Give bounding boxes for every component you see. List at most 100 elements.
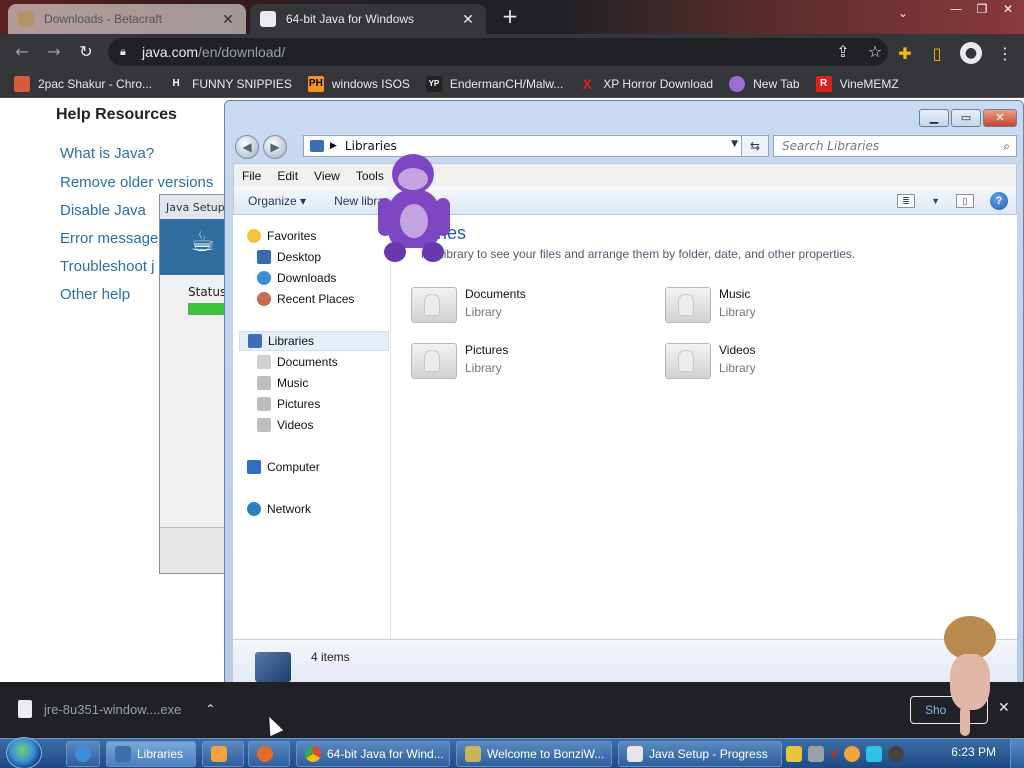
- tray-app-icon[interactable]: [808, 746, 824, 762]
- bonzi-face: [398, 168, 428, 190]
- bookmark-2pac[interactable]: 2pac Shakur - Chro...: [14, 75, 152, 92]
- chevron-up-icon[interactable]: ⌃: [205, 702, 215, 716]
- forward-arrow-icon[interactable]: →: [42, 40, 66, 64]
- taskbar-bonzi[interactable]: Welcome to BonziW...: [456, 741, 612, 767]
- chrome-menu-icon[interactable]: ⋮: [996, 44, 1014, 63]
- nav-desktop[interactable]: Desktop: [257, 250, 321, 264]
- minimize-button[interactable]: —: [944, 0, 968, 18]
- bookmark-xp-horror[interactable]: X XP Horror Download: [579, 76, 714, 92]
- side-panel-icon[interactable]: ▯: [928, 44, 946, 63]
- link-remove-older-versions[interactable]: Remove older versions: [60, 174, 213, 191]
- nav-network[interactable]: Network: [247, 502, 311, 516]
- preview-pane-icon[interactable]: ▯: [956, 194, 974, 208]
- explorer-forward-icon[interactable]: ▶: [263, 135, 287, 159]
- library-documents[interactable]: Documents Library: [411, 287, 526, 323]
- view-dropdown-icon[interactable]: ▼: [931, 196, 940, 206]
- bookmark-favicon-icon: H: [172, 77, 180, 89]
- extensions-icon[interactable]: ✚: [896, 44, 914, 63]
- library-pictures[interactable]: Pictures Library: [411, 343, 508, 379]
- menu-edit[interactable]: Edit: [269, 169, 306, 183]
- explorer-menu-bar: File Edit View Tools: [233, 163, 1017, 187]
- link-what-is-java[interactable]: What is Java?: [60, 145, 154, 162]
- explorer-close-button[interactable]: ✕: [983, 109, 1017, 127]
- explorer-refresh-icon[interactable]: ⇆: [741, 135, 769, 157]
- help-icon[interactable]: ?: [990, 192, 1008, 210]
- nav-downloads[interactable]: Downloads: [257, 271, 336, 285]
- nav-videos[interactable]: Videos: [257, 418, 313, 432]
- tab-downloads-betacraft[interactable]: Downloads - Betacraft ✕: [8, 4, 246, 34]
- nav-label: Libraries: [268, 334, 315, 348]
- taskbar-app[interactable]: [248, 741, 290, 767]
- library-music[interactable]: Music Library: [665, 287, 756, 323]
- link-troubleshoot[interactable]: Troubleshoot j: [60, 258, 155, 275]
- tab-java-download[interactable]: 64-bit Java for Windows ✕: [250, 4, 486, 34]
- help-resources-heading: Help Resources: [56, 106, 177, 123]
- restore-button[interactable]: ❐: [970, 0, 994, 18]
- star-icon: [247, 229, 261, 243]
- tab-search-icon[interactable]: ⌄: [898, 6, 916, 20]
- bookmark-label: FUNNY SNIPPIES: [192, 76, 292, 91]
- explorer-window: ▁ ▭ ✕ ◀ ▶ ▶ Libraries ▼ ⇆ Search Librari…: [224, 100, 1024, 696]
- menu-file[interactable]: File: [234, 169, 269, 183]
- organize-button[interactable]: Organize ▾: [234, 194, 320, 208]
- explorer-maximize-button[interactable]: ▭: [951, 109, 981, 127]
- address-dropdown-icon[interactable]: ▼: [731, 139, 738, 149]
- show-desktop-button[interactable]: [1010, 739, 1024, 768]
- explorer-search-input[interactable]: Search Libraries ⌕: [773, 135, 1017, 157]
- bookmark-star-icon[interactable]: ☆: [866, 42, 884, 61]
- taskbar-chrome[interactable]: 64-bit Java for Wind...: [296, 741, 450, 767]
- link-error-message[interactable]: Error message: [60, 230, 158, 247]
- tab-close-icon[interactable]: ✕: [460, 11, 476, 28]
- hamster-leg: [960, 706, 970, 736]
- download-item[interactable]: jre-8u351-window....exe ⌃: [18, 700, 215, 718]
- bonzi-buddy-character[interactable]: [378, 154, 450, 266]
- tray-display-icon[interactable]: [866, 746, 883, 762]
- nav-music[interactable]: Music: [257, 376, 308, 390]
- browser-tab-strip: Downloads - Betacraft ✕ 64-bit Java for …: [0, 0, 1024, 34]
- back-arrow-icon[interactable]: ←: [10, 40, 34, 64]
- nav-documents[interactable]: Documents: [257, 355, 338, 369]
- explorer-back-icon[interactable]: ◀: [235, 135, 259, 159]
- explorer-address-bar[interactable]: ▶ Libraries ▼: [303, 135, 743, 157]
- nav-pictures[interactable]: Pictures: [257, 397, 320, 411]
- breadcrumb-libraries[interactable]: Libraries: [345, 139, 397, 153]
- taskbar-libraries[interactable]: Libraries: [106, 741, 196, 767]
- nav-favorites[interactable]: Favorites: [247, 229, 316, 243]
- nav-computer[interactable]: Computer: [247, 460, 320, 474]
- bookmark-vinememz[interactable]: R VineMEMZ: [815, 75, 899, 92]
- change-view-icon[interactable]: ≣: [897, 194, 916, 208]
- menu-view[interactable]: View: [306, 169, 348, 183]
- tab-title: Downloads - Betacraft: [44, 12, 163, 26]
- taskbar-clock[interactable]: 6:23 PM: [951, 745, 996, 759]
- nav-libraries[interactable]: Libraries: [239, 331, 389, 351]
- bookmark-windows-isos[interactable]: PH windows ISOS: [307, 75, 410, 92]
- tray-v-icon[interactable]: V: [830, 747, 838, 761]
- taskbar-java-setup[interactable]: Java Setup - Progress: [618, 741, 782, 767]
- tray-volume-icon[interactable]: [888, 746, 905, 762]
- library-videos[interactable]: Videos Library: [665, 343, 756, 379]
- tray-banana-icon[interactable]: [786, 746, 802, 762]
- tab-title: 64-bit Java for Windows: [286, 12, 415, 26]
- share-icon[interactable]: ⇪: [834, 42, 852, 61]
- address-bar[interactable]: 🔒︎ java.com/en/download/: [108, 38, 888, 66]
- start-orb-icon[interactable]: [6, 737, 42, 768]
- link-other-help[interactable]: Other help: [60, 286, 130, 303]
- taskbar-ie[interactable]: [66, 741, 100, 767]
- explorer-minimize-button[interactable]: ▁: [919, 109, 949, 127]
- new-tab-button[interactable]: +: [500, 6, 520, 26]
- reload-icon[interactable]: ↻: [74, 40, 98, 64]
- tab-close-icon[interactable]: ✕: [220, 11, 236, 28]
- profile-avatar-icon[interactable]: ●: [960, 42, 982, 64]
- close-browser-button[interactable]: ✕: [996, 0, 1020, 18]
- taskbar-media-player[interactable]: [202, 741, 244, 767]
- libraries-location-icon: [310, 140, 324, 152]
- libraries-icon: [115, 746, 131, 762]
- nav-recent-places[interactable]: Recent Places: [257, 292, 354, 306]
- bookmark-endermanch[interactable]: YP EndermanCH/Malw...: [425, 75, 563, 92]
- browser-toolbar: ← → ↻ 🔒︎ java.com/en/download/ ⇪ ☆ ✚ ▯ ●…: [0, 34, 1024, 70]
- bookmark-new-tab[interactable]: New Tab: [729, 75, 800, 92]
- bookmark-funny-snippies[interactable]: H FUNNY SNIPPIES: [168, 76, 292, 92]
- libraries-icon: [248, 334, 262, 348]
- link-disable-java[interactable]: Disable Java: [60, 202, 146, 219]
- tray-search-icon[interactable]: [844, 746, 861, 762]
